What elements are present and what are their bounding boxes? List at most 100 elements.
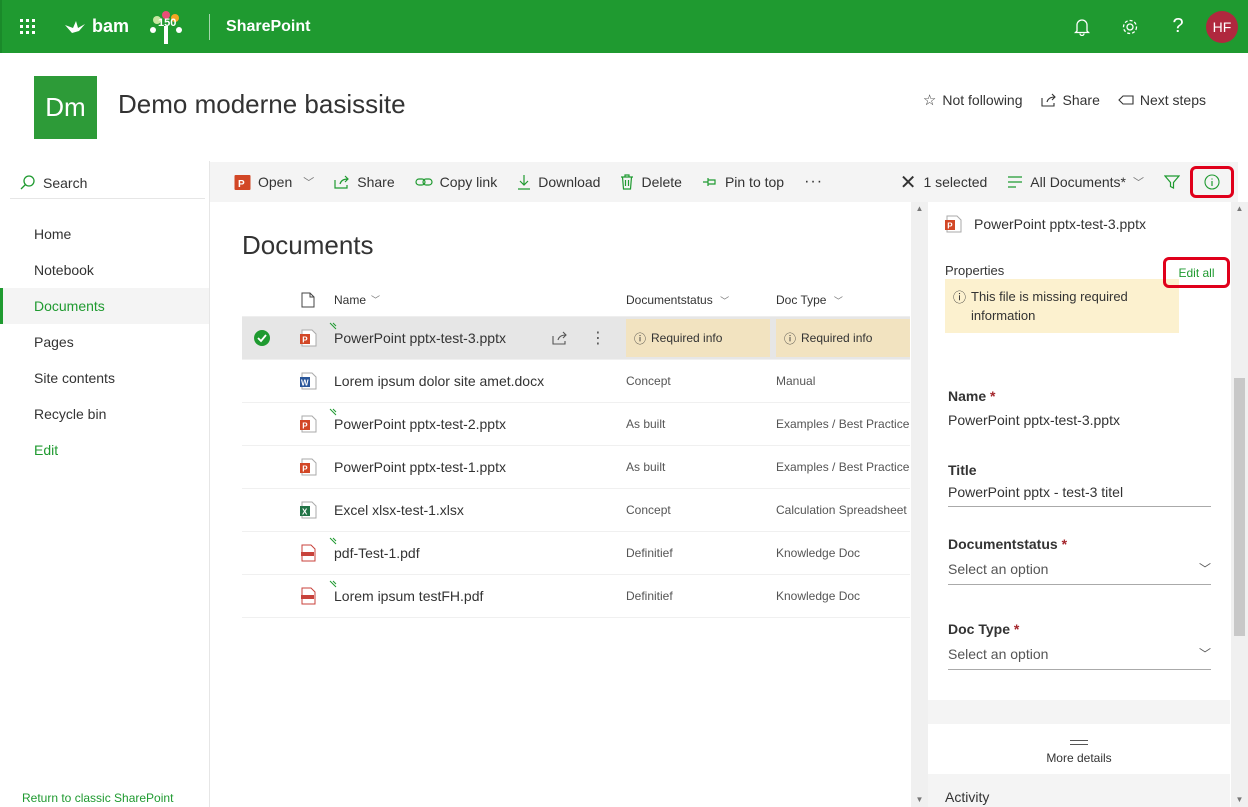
column-type-label: Doc Type — [776, 292, 827, 307]
chevron-down-icon: ﹀ — [1198, 562, 1211, 576]
view-lines-icon — [1008, 176, 1023, 188]
bam-logo[interactable]: bam — [64, 16, 129, 37]
name-value[interactable]: PowerPoint pptx-test-3.pptx — [948, 412, 1211, 428]
info-icon: ⓘ — [953, 290, 967, 305]
doctype-value: Examples / Best Practice — [776, 417, 910, 431]
scroll-thumb[interactable] — [1234, 378, 1245, 636]
return-to-classic-link[interactable]: Return to classic SharePoint — [22, 791, 173, 805]
activity-heading: Activity — [945, 789, 990, 805]
nav-item-site-contents[interactable]: Site contents — [0, 360, 209, 396]
nav-edit-link[interactable]: Edit — [0, 432, 209, 468]
file-name[interactable]: PowerPoint pptx-test-2.pptx — [334, 416, 506, 432]
doctype-value: Knowledge Doc — [776, 589, 861, 603]
copy-link-button[interactable]: Copy link — [405, 162, 508, 202]
list-scrollbar[interactable]: ▲ ▼ — [911, 202, 928, 807]
name-field: Name * PowerPoint pptx-test-3.pptx — [948, 388, 1211, 428]
title-input[interactable]: PowerPoint pptx - test-3 titel — [948, 484, 1211, 507]
close-icon: ✕ — [899, 171, 917, 194]
download-button[interactable]: Download — [507, 162, 610, 202]
required-star: * — [990, 388, 996, 404]
column-header-status[interactable]: Documentstatus ﹀ — [626, 293, 776, 307]
info-pane-button[interactable] — [1190, 166, 1234, 198]
row-checkbox[interactable] — [242, 329, 282, 347]
settings-gear-icon[interactable] — [1106, 0, 1154, 53]
next-steps-button[interactable]: Next steps — [1118, 91, 1206, 109]
required-info-cell[interactable]: ⓘ Required info — [776, 319, 910, 357]
scroll-up-arrow-icon[interactable]: ▲ — [1231, 202, 1248, 216]
share-label: Share — [357, 174, 395, 190]
table-row[interactable]: P PowerPoint pptx-test-2.pptx As built E… — [242, 403, 910, 446]
clear-selection-button[interactable]: ✕ 1 selected — [876, 162, 998, 202]
nav-list: Home Notebook Documents Pages Site conte… — [0, 216, 209, 468]
table-row[interactable]: W Lorem ipsum dolor site amet.docx Conce… — [242, 360, 910, 403]
suite-divider — [209, 13, 211, 40]
info-icon: ⓘ — [784, 331, 797, 346]
user-avatar[interactable]: HF — [1206, 10, 1238, 43]
documentstatus-select[interactable]: Select an option ﹀ — [948, 560, 1211, 585]
properties-heading: Properties — [945, 263, 1005, 278]
file-name[interactable]: pdf-Test-1.pdf — [334, 545, 420, 561]
file-name[interactable]: PowerPoint pptx-test-1.pptx — [334, 459, 506, 475]
share-icon[interactable] — [552, 331, 568, 345]
suite-bar: bam 150 SharePoint ? HF — [0, 0, 1248, 53]
chevron-down-icon: ﹀ — [303, 177, 315, 189]
word-icon: W — [300, 372, 317, 390]
search-box[interactable]: Search — [10, 167, 205, 199]
more-actions-button[interactable]: ··· — [794, 162, 833, 202]
file-name[interactable]: Lorem ipsum testFH.pdf — [334, 588, 483, 604]
edit-all-button[interactable]: Edit all — [1163, 257, 1230, 288]
doctype-value: Examples / Best Practice — [776, 460, 910, 474]
more-vertical-icon[interactable]: ⋮ — [590, 328, 606, 348]
table-row[interactable]: P PowerPoint pptx-test-1.pptx As built E… — [242, 446, 910, 489]
required-star: * — [1061, 536, 1068, 552]
notifications-bell-icon[interactable] — [1058, 0, 1106, 53]
more-details-button[interactable]: More details — [928, 724, 1230, 774]
file-type-header[interactable] — [282, 292, 334, 308]
site-logo[interactable]: Dm — [34, 76, 97, 139]
delete-button[interactable]: Delete — [610, 162, 691, 202]
status-value: Concept — [626, 503, 671, 517]
file-name[interactable]: Excel xlsx-test-1.xlsx — [334, 502, 464, 518]
app-name[interactable]: SharePoint — [226, 18, 310, 36]
nav-item-recycle-bin[interactable]: Recycle bin — [0, 396, 209, 432]
status-value: Required info — [651, 331, 723, 345]
open-button[interactable]: P Open ﹀ — [210, 162, 324, 202]
column-header-doctype[interactable]: Doc Type ﹀ — [776, 293, 910, 307]
nav-item-notebook[interactable]: Notebook — [0, 252, 209, 288]
file-name[interactable]: Lorem ipsum dolor site amet.docx — [334, 373, 544, 389]
nav-item-pages[interactable]: Pages — [0, 324, 209, 360]
details-scrollbar[interactable]: ▲ ▼ — [1231, 202, 1248, 807]
powerpoint-icon: P — [300, 329, 317, 347]
table-row[interactable]: X Excel xlsx-test-1.xlsx Concept Calcula… — [242, 489, 910, 532]
status-value: Definitief — [626, 589, 673, 603]
site-title[interactable]: Demo moderne basissite — [118, 89, 406, 120]
site-share-button[interactable]: Share — [1040, 91, 1100, 109]
file-name[interactable]: PowerPoint pptx-test-3.pptx — [334, 330, 506, 346]
documentstatus-label: Documentstatus — [948, 536, 1058, 552]
svg-text:P: P — [302, 422, 308, 431]
chevron-down-icon: ﹀ — [1198, 647, 1211, 661]
view-selector[interactable]: All Documents* ﹀ — [997, 162, 1154, 202]
filter-icon — [1164, 175, 1180, 189]
scroll-down-arrow-icon[interactable]: ▼ — [1231, 793, 1248, 807]
app-launcher-icon[interactable] — [2, 0, 52, 53]
open-label: Open — [258, 174, 293, 190]
scroll-up-arrow-icon[interactable]: ▲ — [911, 202, 928, 216]
help-question-icon[interactable]: ? — [1154, 0, 1202, 53]
nav-item-home[interactable]: Home — [0, 216, 209, 252]
table-row[interactable]: P PowerPoint pptx-test-3.pptx ⋮ ⓘ Require… — [242, 317, 910, 360]
table-row[interactable]: Lorem ipsum testFH.pdf Definitief Knowle… — [242, 575, 910, 618]
pdf-icon — [301, 544, 316, 562]
doctype-select[interactable]: Select an option ﹀ — [948, 645, 1211, 670]
filter-button[interactable] — [1154, 162, 1190, 202]
pin-to-top-button[interactable]: Pin to top — [692, 162, 794, 202]
trash-icon — [621, 174, 634, 190]
documentstatus-field: Documentstatus * Select an option ﹀ — [948, 536, 1211, 585]
required-info-cell[interactable]: ⓘ Required info — [626, 319, 770, 357]
nav-item-documents[interactable]: Documents — [0, 288, 209, 324]
scroll-down-arrow-icon[interactable]: ▼ — [911, 793, 928, 807]
share-button[interactable]: Share — [324, 162, 404, 202]
table-row[interactable]: pdf-Test-1.pdf Definitief Knowledge Doc — [242, 532, 910, 575]
follow-button[interactable]: ☆ Not following — [923, 91, 1023, 109]
column-header-name[interactable]: Name ﹀ — [334, 293, 626, 307]
